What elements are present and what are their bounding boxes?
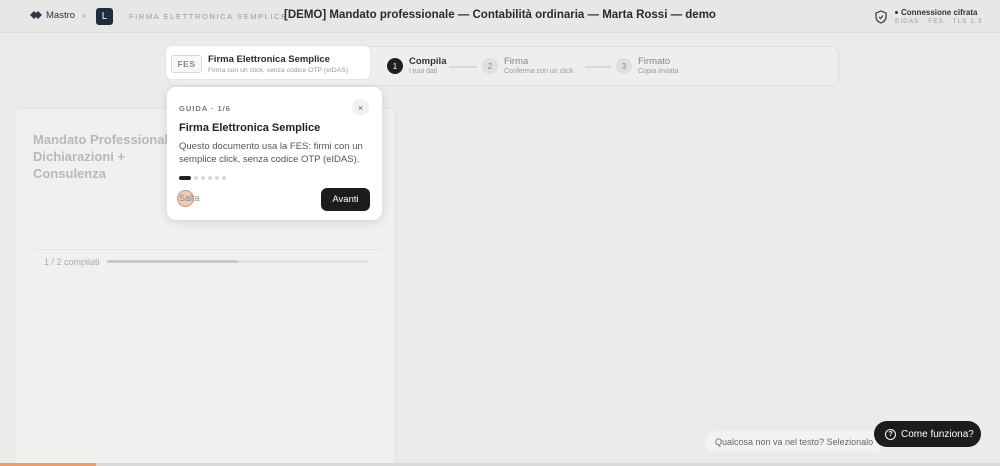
how-it-works-button[interactable]: ? Come funziona? bbox=[874, 421, 981, 447]
fes-badge: FES bbox=[171, 55, 202, 73]
guide-body: Questo documento usa la FES: firmi con u… bbox=[179, 141, 363, 165]
signature-mode-card[interactable]: FES Firma Elettronica Semplice Firma con… bbox=[166, 46, 370, 79]
report-text-hint[interactable]: Qualcosa non va nel testo? Selezionalo bbox=[705, 431, 884, 452]
document-title: [DEMO] Mandato professionale — Contabili… bbox=[284, 9, 716, 21]
step-number: 1 bbox=[387, 58, 403, 74]
shield-icon bbox=[875, 10, 887, 24]
step-subtitle: I tuoi dati bbox=[409, 68, 438, 75]
guide-dot bbox=[215, 176, 219, 180]
guide-dot bbox=[208, 176, 212, 180]
step-firmato[interactable]: 3 Firmato Copia inviata bbox=[616, 56, 678, 75]
connection-subtitle: EIDAS · FES · TLS 1.3 bbox=[895, 18, 983, 25]
top-header: Mastro × L FIRMA ELETTRONICA SEMPLICE [D… bbox=[0, 0, 1000, 33]
fields-progress-fill bbox=[107, 260, 238, 263]
guide-dot bbox=[201, 176, 205, 180]
fields-progress-label: 1 / 2 compilati bbox=[44, 257, 100, 267]
step-label: Compila bbox=[409, 56, 447, 67]
step-number: 3 bbox=[616, 58, 632, 74]
guide-popover: GUIDA · 1/6 × Firma Elettronica Semplice… bbox=[167, 87, 382, 220]
step-label: Firma bbox=[504, 56, 529, 67]
step-number: 2 bbox=[482, 58, 498, 74]
mode-title: Firma Elettronica Semplice bbox=[208, 54, 330, 65]
mode-subtitle: Firma con un click, senza codice OTP (eI… bbox=[208, 67, 349, 74]
close-icon[interactable]: × bbox=[352, 99, 369, 116]
step-compila[interactable]: 1 Compila I tuoi dati bbox=[387, 56, 446, 75]
skip-button[interactable]: Salta bbox=[177, 190, 200, 207]
step-firma[interactable]: 2 Firma Conferma con un click bbox=[482, 56, 573, 75]
skip-label: Salta bbox=[179, 193, 200, 203]
guide-progress-dots bbox=[179, 176, 226, 180]
connection-title: Connessione cifrata bbox=[895, 8, 982, 17]
next-button[interactable]: Avanti bbox=[321, 188, 370, 211]
guide-title: Firma Elettronica Semplice bbox=[179, 122, 321, 134]
step-subtitle: Copia inviata bbox=[638, 68, 679, 75]
divider bbox=[33, 249, 383, 250]
help-label: Come funziona? bbox=[901, 428, 974, 440]
guide-dot bbox=[194, 176, 198, 180]
step-subtitle: Conferma con un click bbox=[504, 68, 574, 75]
guide-dot bbox=[179, 176, 191, 180]
step-connector bbox=[449, 66, 477, 68]
step-label: Firmato bbox=[638, 56, 671, 67]
step-connector bbox=[585, 66, 611, 68]
help-icon: ? bbox=[885, 428, 896, 440]
guide-dot bbox=[222, 176, 226, 180]
guide-step-counter: GUIDA · 1/6 bbox=[179, 104, 231, 113]
